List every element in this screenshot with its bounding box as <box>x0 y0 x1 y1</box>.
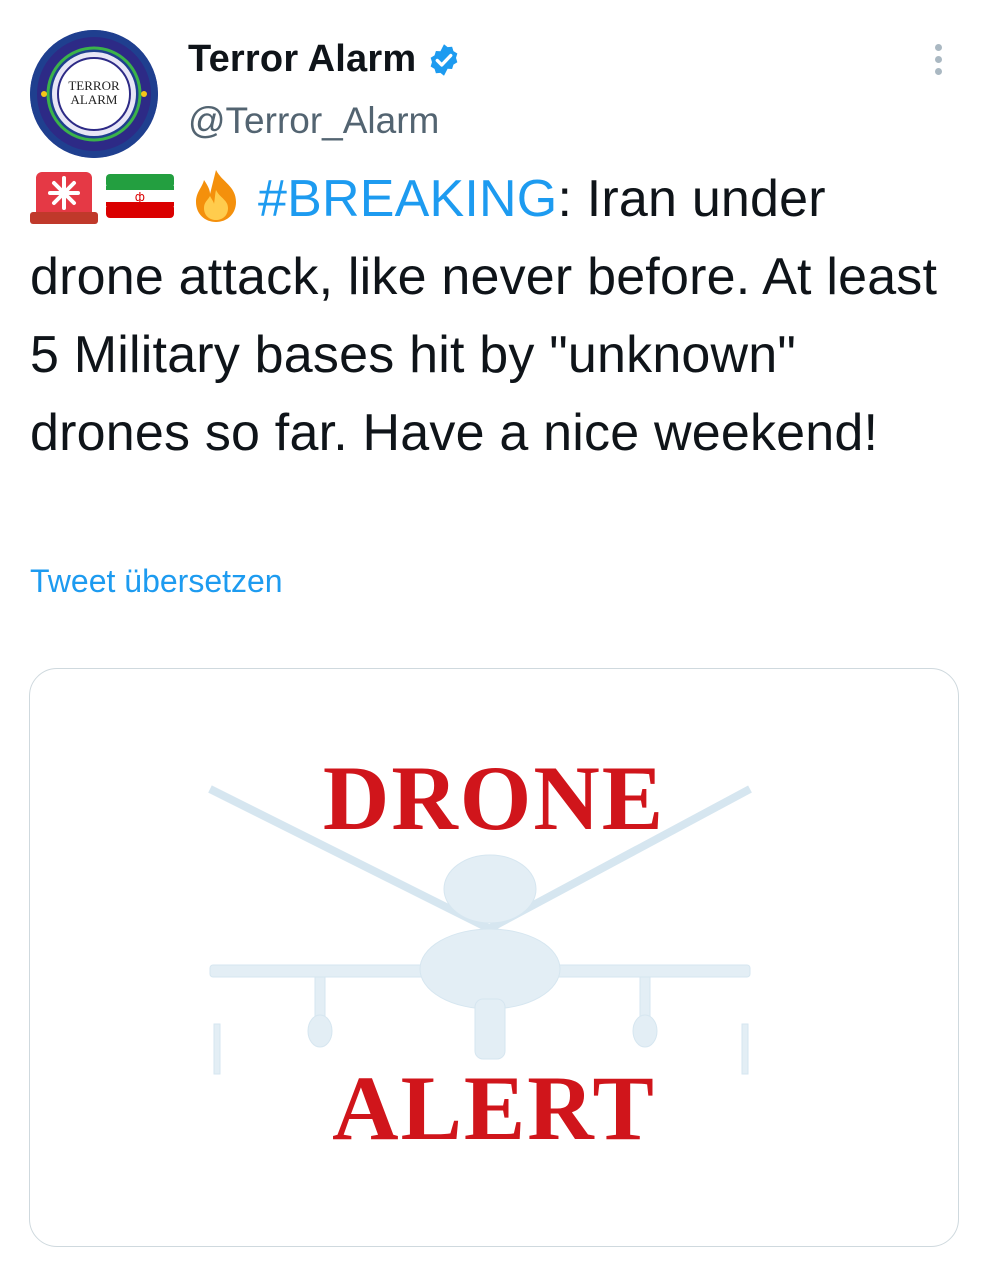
fire-icon <box>182 168 250 224</box>
translate-tweet-link[interactable]: Tweet übersetzen <box>30 563 283 600</box>
avatar-line2: ALARM <box>71 92 118 107</box>
user-handle[interactable]: @Terror_Alarm <box>188 100 439 142</box>
iran-flag-icon: ф <box>106 168 174 224</box>
verified-badge-icon <box>426 42 462 78</box>
media-title-top: DRONE <box>322 747 666 849</box>
rotating-light-icon <box>30 168 98 224</box>
svg-text:ф: ф <box>135 190 145 204</box>
hashtag-link[interactable]: #BREAKING <box>258 170 557 228</box>
display-name[interactable]: Terror Alarm <box>188 38 416 81</box>
name-row: Terror Alarm <box>188 38 462 81</box>
tweet-text: ф #BREAKING: Iran under drone attack, li… <box>30 160 950 472</box>
tweet-media-image[interactable]: DRONE ALERT <box>29 668 959 1247</box>
media-title-bottom: ALERT <box>332 1057 656 1159</box>
tweet-header: TERROR ALARM Terror Alarm @Terror_Alarm <box>0 0 986 160</box>
avatar-logo-icon: TERROR ALARM <box>30 30 158 158</box>
more-options-icon[interactable] <box>926 44 950 84</box>
avatar[interactable]: TERROR ALARM <box>30 30 158 158</box>
avatar-line1: TERROR <box>68 78 120 93</box>
